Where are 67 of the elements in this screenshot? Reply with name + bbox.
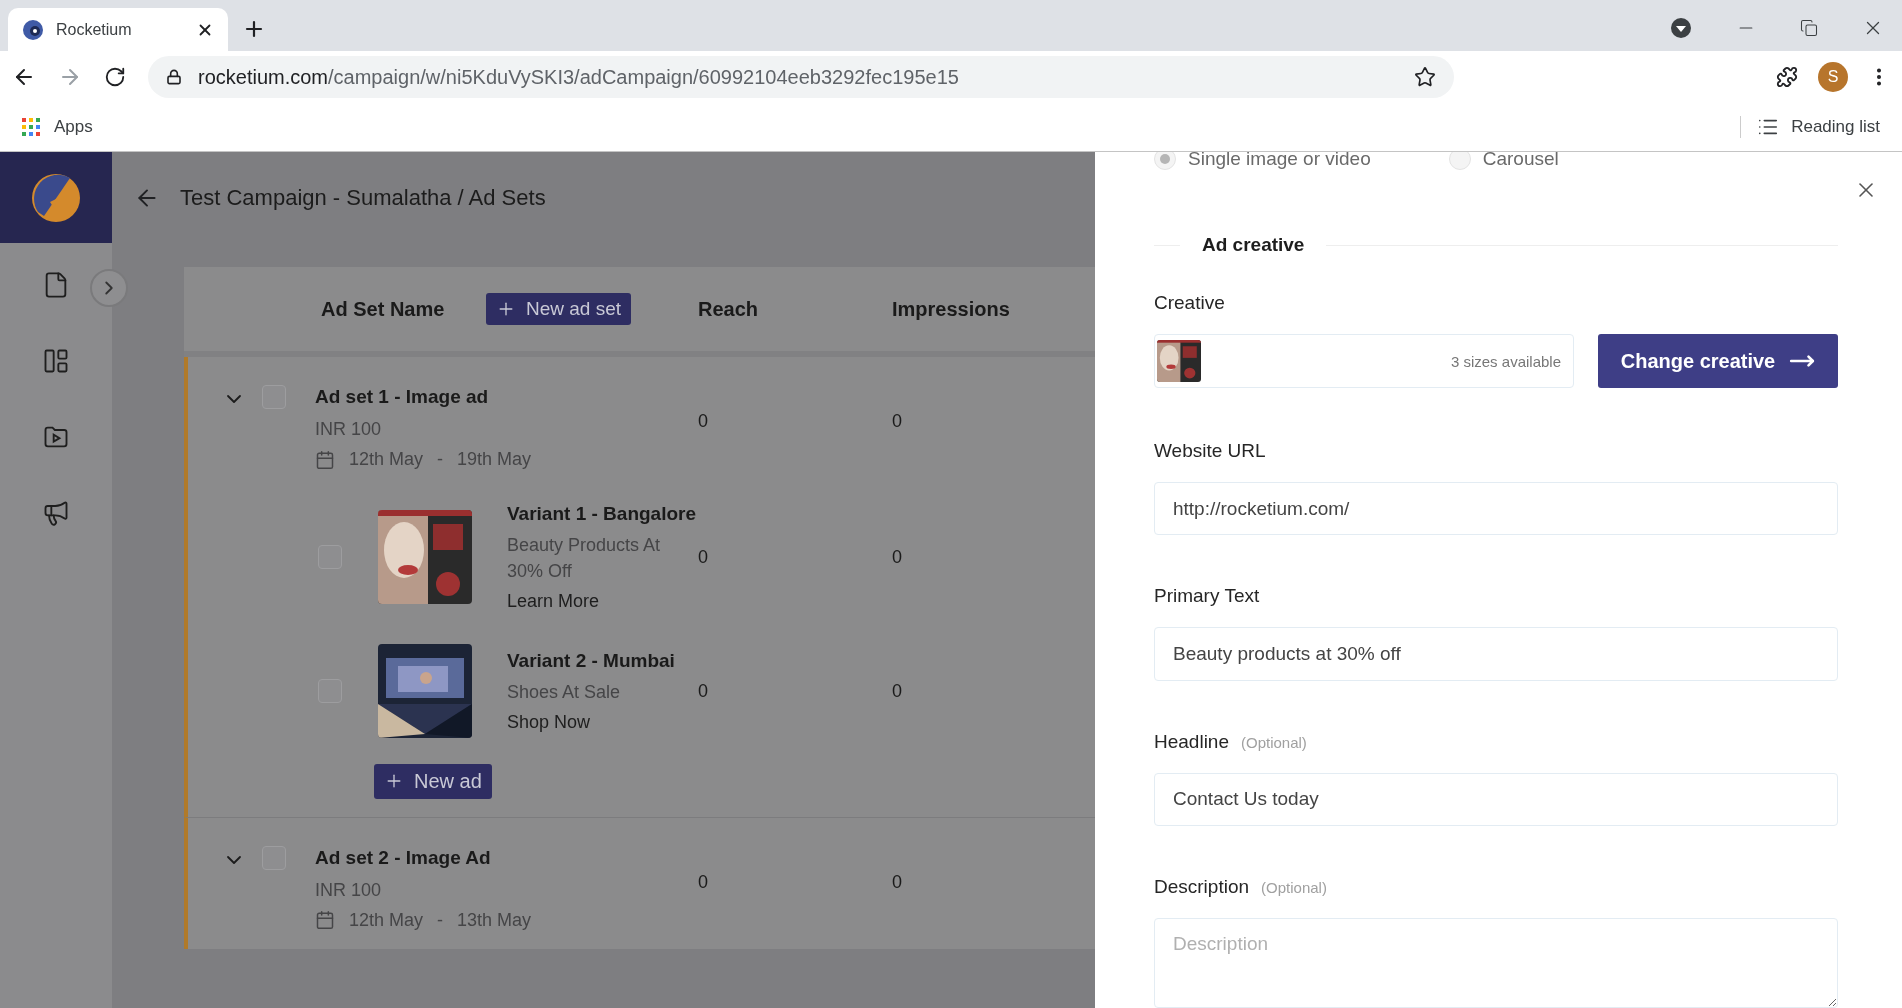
reload-icon[interactable] — [104, 66, 126, 88]
reach-value: 0 — [698, 679, 709, 703]
end-date: 19th May — [457, 449, 532, 471]
apps-grid-icon[interactable] — [22, 118, 40, 136]
optional-note: (Optional) — [1261, 879, 1327, 896]
radio-label: Single image or video — [1188, 152, 1371, 170]
dropdown-icon[interactable] — [1670, 17, 1692, 39]
field-label: Primary Text — [1154, 585, 1260, 608]
rocket-logo-icon — [22, 18, 44, 41]
profile-avatar[interactable]: S — [1818, 62, 1848, 92]
tab-title: Rocketium — [56, 20, 133, 39]
input-field[interactable]: Description — [1154, 918, 1838, 1008]
change-creative-button[interactable]: Change creative — [1598, 334, 1838, 388]
field-label: Description — [1154, 876, 1250, 898]
page-title: Test Campaign - Sumalatha / Ad Sets — [180, 184, 546, 211]
field-label: Website URL — [1154, 440, 1266, 462]
end-date: 13th May — [457, 910, 532, 931]
ad-text: Shoes At Sale — [507, 680, 622, 704]
ad-name: Variant 2 - Mumbai — [507, 649, 676, 674]
reach-value: 0 — [698, 870, 709, 893]
restore-icon[interactable] — [1800, 19, 1818, 37]
address-bar[interactable]: rocketium.com/campaign/w/ni5KduVySKI3/adCampaign/60992104eeb3292fec195e15 — [148, 56, 1454, 98]
start-date: 12th May — [349, 910, 424, 931]
new-ad-set-button[interactable]: New ad set — [486, 293, 632, 325]
layout-icon[interactable] — [42, 347, 70, 375]
creative-field[interactable]: 3 sizes available — [1154, 334, 1574, 388]
impressions-value: 0 — [892, 679, 903, 703]
radio-button[interactable] — [1154, 152, 1176, 170]
field-label: Headline — [1154, 730, 1229, 753]
section-title: Ad creative — [1202, 234, 1305, 256]
ad-text: Beauty Products At 30% Off — [507, 533, 662, 583]
ad-set-name: Ad set 2 - Image Ad — [315, 845, 492, 870]
column-header: Impressions — [892, 297, 1011, 321]
star-icon[interactable] — [1414, 66, 1436, 88]
input-field[interactable]: Beauty products at 30% off — [1154, 627, 1838, 681]
start-date: 12th May — [349, 449, 424, 471]
impressions-value: 0 — [892, 410, 903, 432]
field-label: Creative — [1154, 292, 1225, 314]
reading-list-link[interactable]: Reading list — [1791, 117, 1880, 137]
reach-value: 0 — [698, 545, 709, 569]
input-field[interactable]: http://rocketium.com/ — [1154, 482, 1838, 536]
budget: INR 100 — [315, 417, 383, 441]
reach-value: 0 — [698, 410, 709, 432]
calendar-icon — [315, 910, 335, 931]
calendar-icon — [315, 449, 335, 470]
megaphone-icon[interactable] — [42, 499, 70, 527]
ad-name: Variant 1 - Bangalore — [507, 502, 697, 527]
date-separator: - — [437, 910, 444, 931]
call-to-action: Shop Now — [507, 710, 592, 734]
impressions-value: 0 — [892, 870, 903, 893]
bookmark-link[interactable]: Apps — [54, 117, 93, 137]
impressions-value: 0 — [892, 545, 903, 569]
app-logo-icon — [30, 171, 82, 224]
puzzle-icon[interactable] — [1776, 66, 1798, 88]
radio-button[interactable] — [1448, 152, 1471, 170]
radio-label: Carousel — [1482, 152, 1559, 170]
budget: INR 100 — [315, 878, 383, 902]
input-field[interactable]: Contact Us today — [1154, 772, 1838, 826]
date-separator: - — [437, 449, 444, 471]
new-ad-button[interactable]: New ad — [374, 763, 492, 799]
lock-icon — [166, 69, 182, 85]
call-to-action: Learn More — [507, 589, 601, 613]
ad-set-name: Ad set 1 - Image ad — [315, 385, 490, 409]
browser-tab[interactable]: Rocketium — [8, 8, 228, 51]
optional-note: (Optional) — [1241, 733, 1307, 751]
column-header: Reach — [698, 297, 760, 321]
column-header: Ad Set Name — [321, 297, 446, 321]
